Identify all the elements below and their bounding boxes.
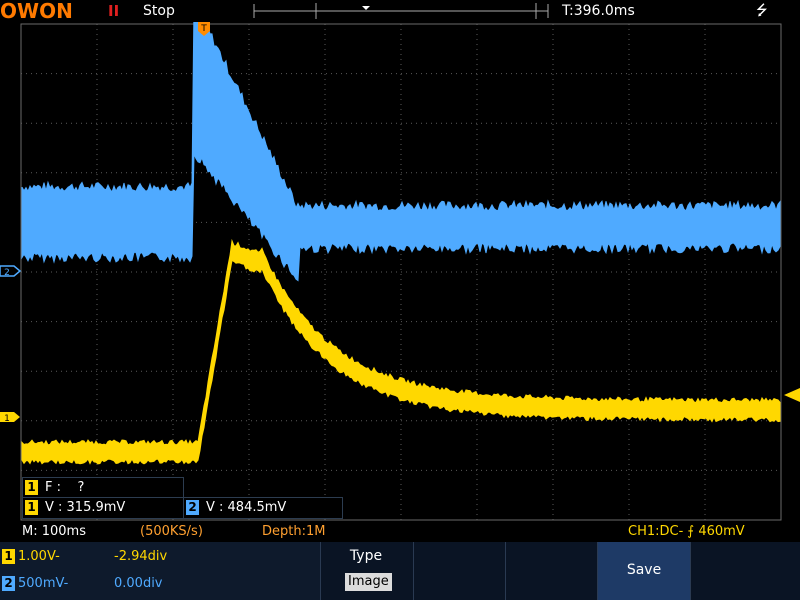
menu-empty-slot-3 — [413, 542, 506, 600]
timebase-readout[interactable]: M: 100ms — [22, 522, 86, 542]
ch1-badge: 1 — [25, 480, 38, 495]
trigger-position-marker — [362, 6, 370, 10]
sample-rate-readout: (500KS/s) — [140, 524, 203, 539]
menu-empty-slot-4 — [505, 542, 598, 600]
brand-logo: OWON — [0, 0, 73, 23]
ch2-offset[interactable]: 0.00div — [114, 570, 163, 598]
ch1-offset[interactable]: -2.94div — [114, 543, 167, 571]
measure-frequency: 1 F : ? — [22, 477, 184, 498]
ch2-scale[interactable]: 500mV- — [18, 570, 68, 598]
measure-ch2-voltage: 2 V : 484.5mV — [183, 497, 343, 519]
measure-ch1-voltage: 1 V : 315.9mV — [22, 497, 184, 519]
ch1-settings-row[interactable]: 1 1.00V- -2.94div — [0, 543, 320, 572]
top-status-bar: OWON II Stop T:396.0ms ⭍ — [0, 0, 800, 22]
svg-text:T: T — [200, 24, 207, 34]
save-button[interactable]: Save — [597, 542, 691, 600]
ch1-voltage-value: V : 315.9mV — [45, 500, 126, 515]
pause-icon[interactable]: II — [108, 0, 119, 22]
ch2-badge: 2 — [2, 576, 15, 591]
acquisition-status: M: 100ms (500KS/s) Depth:1M CH1:DC- ⨍ 46… — [0, 522, 800, 542]
ch2-voltage-value: V : 484.5mV — [206, 500, 287, 515]
ch2-badge: 2 — [186, 500, 199, 515]
menu-type-value[interactable]: Image — [345, 573, 392, 591]
menu-empty-slot-6 — [690, 542, 800, 600]
trigger-setting-readout[interactable]: CH1:DC- ⨍ 460mV — [628, 522, 745, 542]
svg-text:1: 1 — [4, 414, 10, 424]
frequency-value: F : ? — [45, 480, 85, 495]
save-label: Save — [626, 562, 662, 578]
memory-position-bar[interactable] — [252, 0, 550, 22]
trigger-time-readout: T:396.0ms — [562, 3, 635, 19]
svg-text:2: 2 — [4, 268, 10, 278]
usb-icon: ⭍ — [756, 3, 768, 19]
ch1-badge: 1 — [25, 500, 38, 515]
record-depth-readout: Depth:1M — [262, 524, 326, 539]
waveform-display[interactable]: T 2 1 — [0, 22, 800, 522]
run-status[interactable]: Stop — [143, 0, 175, 22]
ch1-scale[interactable]: 1.00V- — [18, 543, 60, 571]
menu-type-label: Type — [349, 548, 383, 564]
ch1-badge: 1 — [2, 549, 15, 564]
ch2-settings-row[interactable]: 2 500mV- 0.00div — [0, 570, 320, 599]
